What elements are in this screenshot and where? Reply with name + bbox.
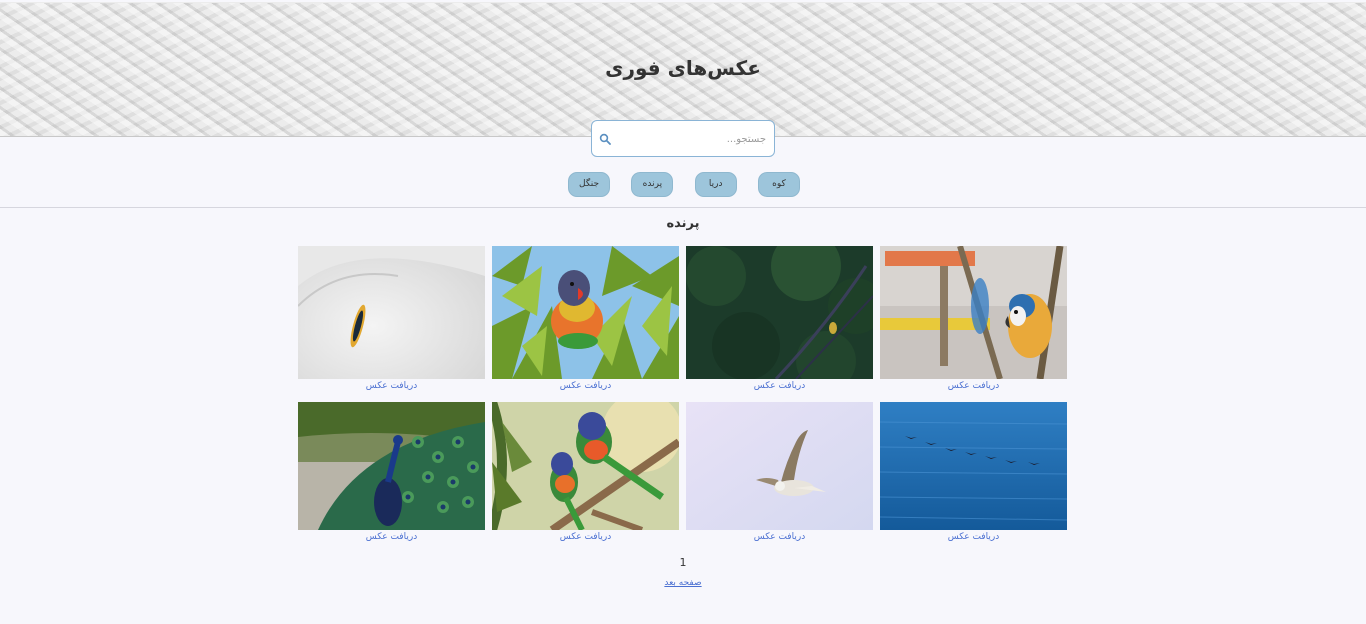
photo-white-bird-eye[interactable] — [298, 246, 485, 379]
download-link[interactable]: دریافت عکس — [492, 381, 679, 391]
section-title: پرنده — [666, 216, 700, 231]
search-input[interactable] — [616, 127, 766, 151]
download-link[interactable]: دریافت عکس — [686, 381, 873, 391]
category-chip-sea[interactable]: دریا — [694, 172, 737, 197]
photo-card: دریافت عکس — [686, 402, 873, 552]
photo-birds-over-sea[interactable] — [880, 402, 1067, 530]
photo-grid: دریافت عکس دریافت عکس دریافت عکس دریافت … — [298, 246, 1067, 552]
download-link[interactable]: دریافت عکس — [880, 532, 1067, 542]
search-icon[interactable] — [599, 133, 611, 145]
photo-card: دریافت عکس — [880, 402, 1067, 552]
download-link[interactable]: دریافت عکس — [880, 381, 1067, 391]
category-chip-bird[interactable]: پرنده — [631, 172, 674, 197]
photo-card: دریافت عکس — [492, 402, 679, 552]
photo-bird-on-rope[interactable] — [686, 246, 873, 379]
category-chip-mountain[interactable]: کوه — [757, 172, 800, 197]
photo-seagull[interactable] — [686, 402, 873, 530]
photo-card: دریافت عکس — [686, 246, 873, 402]
section-divider — [0, 207, 1366, 208]
download-link[interactable]: دریافت عکس — [492, 532, 679, 542]
photo-macaw[interactable] — [880, 246, 1067, 379]
page-title: عکس‌های فوری — [605, 56, 761, 80]
photo-two-lorikeets[interactable] — [492, 402, 679, 530]
next-page-link[interactable]: صفحه بعد — [0, 578, 1366, 588]
photo-card: دریافت عکس — [492, 246, 679, 402]
photo-card: دریافت عکس — [880, 246, 1067, 402]
current-page-number: 1 — [679, 556, 687, 569]
download-link[interactable]: دریافت عکس — [298, 381, 485, 391]
photo-lorikeet-tree[interactable] — [492, 246, 679, 379]
category-chip-forest[interactable]: جنگل — [568, 172, 611, 197]
category-filters: کوه دریا پرنده جنگل — [568, 172, 800, 197]
photo-peacock[interactable] — [298, 402, 485, 530]
download-link[interactable]: دریافت عکس — [686, 532, 873, 542]
search-box[interactable] — [591, 120, 775, 157]
photo-card: دریافت عکس — [298, 246, 485, 402]
photo-card: دریافت عکس — [298, 402, 485, 552]
download-link[interactable]: دریافت عکس — [298, 532, 485, 542]
